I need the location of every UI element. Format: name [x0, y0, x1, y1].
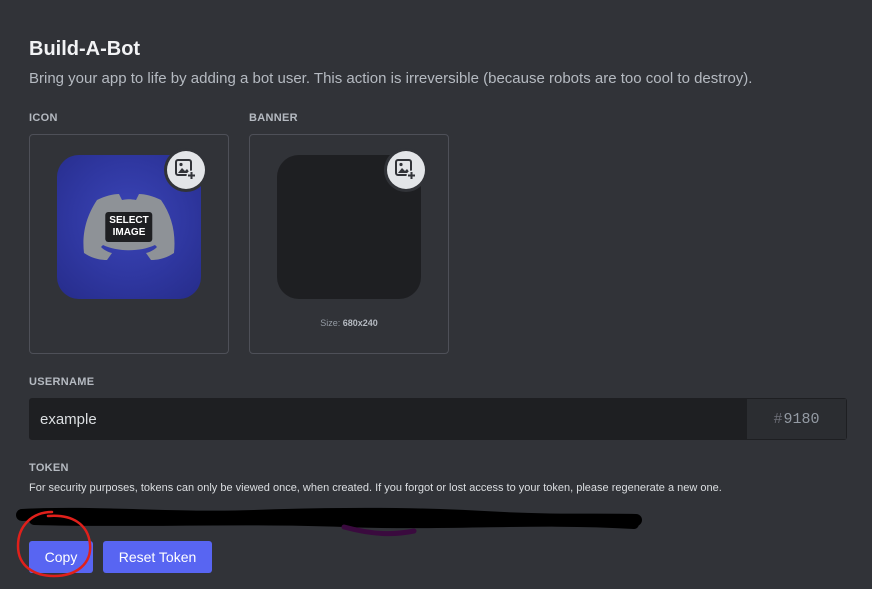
reset-token-button[interactable]: Reset Token	[103, 541, 212, 573]
token-label: TOKEN	[29, 462, 69, 474]
username-label: USERNAME	[29, 376, 95, 388]
redacted-token-scribble	[16, 507, 642, 537]
username-input[interactable]	[30, 399, 746, 439]
icon-upload-box: SELECT IMAGE	[29, 134, 229, 354]
add-banner-image-button[interactable]	[387, 151, 425, 189]
add-icon-image-button[interactable]	[167, 151, 205, 189]
token-description: For security purposes, tokens can only b…	[29, 482, 722, 494]
add-image-icon	[175, 159, 197, 181]
banner-size-note: Size: 680x240	[320, 318, 378, 328]
discriminator: #9180	[746, 399, 846, 439]
banner-label: BANNER	[249, 112, 298, 124]
icon-label: ICON	[29, 112, 58, 124]
page-subtitle: Bring your app to life by adding a bot u…	[29, 70, 753, 87]
banner-upload-box: Size: 680x240	[249, 134, 449, 354]
select-image-overlay[interactable]: SELECT IMAGE	[105, 212, 153, 242]
copy-token-button[interactable]: Copy	[29, 541, 93, 573]
username-field: #9180	[29, 398, 847, 440]
page-title: Build-A-Bot	[29, 38, 141, 60]
add-image-icon	[395, 159, 417, 181]
